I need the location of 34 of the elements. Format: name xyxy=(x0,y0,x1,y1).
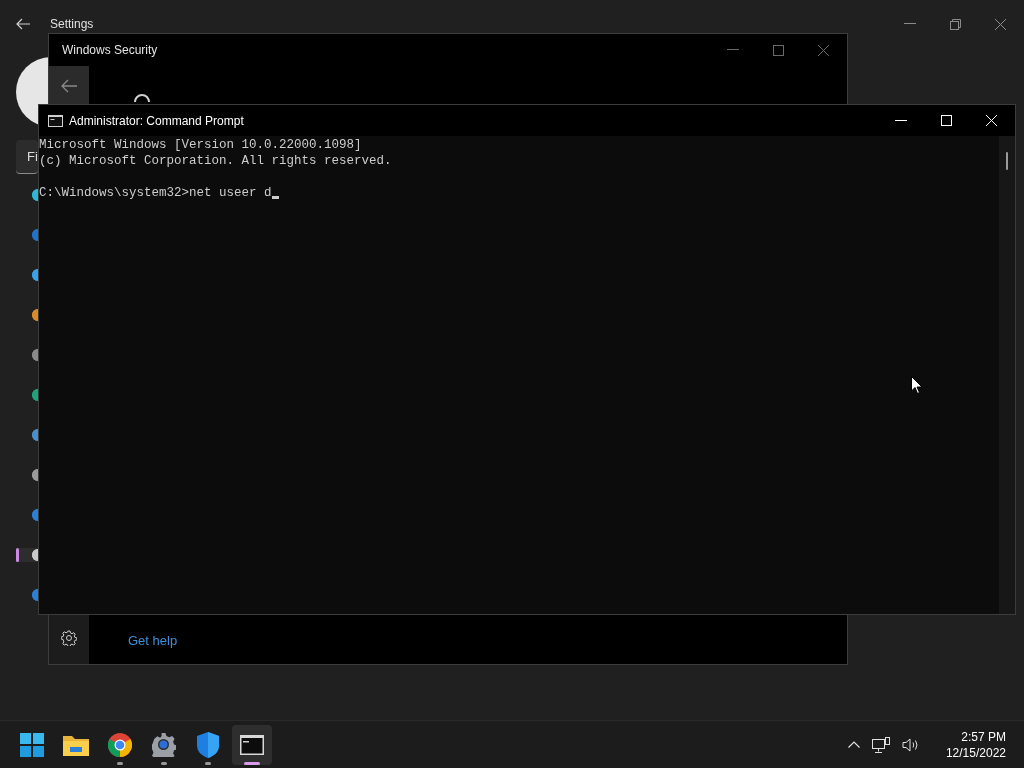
get-help-link[interactable]: Get help xyxy=(128,630,847,650)
back-arrow-icon xyxy=(61,78,77,93)
folder-icon xyxy=(63,733,89,756)
console-icon xyxy=(48,114,63,127)
console-output: Microsoft Windows [Version 10.0.22000.1098] xyxy=(39,137,362,153)
windows-logo-icon xyxy=(20,732,44,757)
running-indicator xyxy=(161,761,167,765)
taskbar-app[interactable] xyxy=(232,724,272,765)
date-text: 12/15/2022 xyxy=(945,744,1006,761)
window-title: Settings xyxy=(50,16,94,33)
command-line: C:\Windows\system32>net useer d xyxy=(39,185,272,201)
minimize-icon[interactable] xyxy=(895,119,907,122)
terminal-icon xyxy=(240,734,264,755)
gear-icon xyxy=(152,732,176,757)
text-cursor xyxy=(271,196,279,199)
search-field[interactable]: Fi xyxy=(16,140,38,174)
speaker-icon[interactable] xyxy=(901,737,920,752)
scrollbar[interactable] xyxy=(999,136,1015,614)
nav-item[interactable] xyxy=(16,548,38,562)
running-indicator xyxy=(205,761,211,765)
running-indicator xyxy=(244,761,260,765)
time-text: 2:57 PM xyxy=(961,728,1006,745)
clock[interactable]: 2:57 PM 12/15/2022 xyxy=(945,728,1006,761)
back-button[interactable] xyxy=(49,66,89,105)
console-output: (c) Microsoft Corporation. All rights reserved. xyxy=(39,153,392,169)
window-title: Administrator: Command Prompt xyxy=(69,112,244,130)
back-arrow-icon[interactable] xyxy=(16,18,30,30)
browser-icon xyxy=(108,732,132,757)
chevron-up-icon[interactable] xyxy=(847,741,860,748)
settings-icon[interactable] xyxy=(61,630,77,646)
restore-icon[interactable] xyxy=(950,18,961,30)
mouse-pointer-icon xyxy=(911,376,923,394)
window-title: Windows Security xyxy=(62,42,158,59)
running-indicator xyxy=(117,761,123,765)
